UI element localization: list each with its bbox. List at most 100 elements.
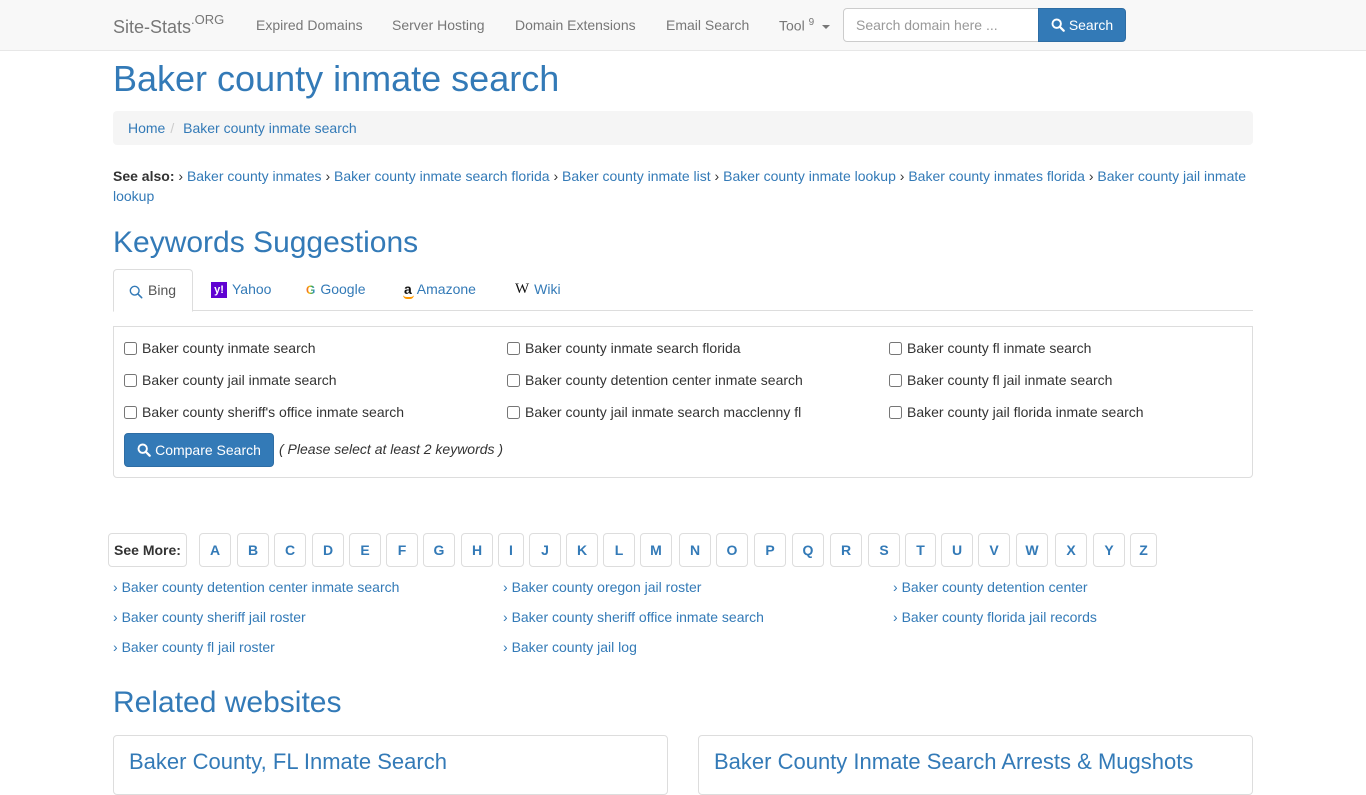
wikipedia-icon: W (515, 281, 530, 297)
keyword-option[interactable]: Baker county jail inmate search macclenn… (507, 404, 801, 420)
tab-wiki[interactable]: W Wiki (500, 269, 576, 311)
keyword-checkbox[interactable] (889, 405, 902, 419)
tool-badge: 9 (808, 17, 815, 28)
breadcrumb-separator: / (170, 120, 175, 136)
domain-search-button[interactable]: Search (1038, 8, 1126, 42)
related-websites-title: Related websites (113, 686, 342, 719)
keyword-label: Baker county jail inmate search macclenn… (525, 404, 802, 420)
link-text: Baker county sheriff jail roster (121, 609, 306, 625)
keyword-checkbox[interactable] (124, 341, 137, 355)
tab-label: Amazone (416, 281, 476, 297)
letter-button-r[interactable]: R (830, 533, 862, 567)
keywords-panel: Baker county inmate search Baker county … (113, 326, 1253, 478)
keyword-option[interactable]: Baker county sheriff's office inmate sea… (124, 404, 404, 420)
keyword-option[interactable]: Baker county jail florida inmate search (889, 404, 1144, 420)
compare-button-label: Compare Search (155, 442, 261, 458)
letter-button-s[interactable]: S (868, 533, 900, 567)
related-site-card: Baker County, FL Inmate Search (113, 735, 668, 795)
keyword-checkbox[interactable] (507, 405, 520, 419)
keyword-option[interactable]: Baker county inmate search (124, 340, 316, 356)
link-text: Baker county oregon jail roster (511, 579, 702, 595)
letter-button-v[interactable]: V (978, 533, 1010, 567)
letter-button-y[interactable]: Y (1093, 533, 1125, 567)
letter-button-c[interactable]: C (274, 533, 306, 567)
nav-server-hosting[interactable]: Server Hosting (392, 17, 485, 33)
see-more-link[interactable]: › Baker county jail log (503, 639, 637, 655)
keyword-option[interactable]: Baker county inmate search florida (507, 340, 741, 356)
keyword-checkbox[interactable] (889, 341, 902, 355)
letter-button-w[interactable]: W (1016, 533, 1048, 567)
nav-email-search[interactable]: Email Search (666, 17, 749, 33)
tab-label: Yahoo (232, 281, 272, 297)
related-site-title[interactable]: Baker County Inmate Search Arrests & Mug… (714, 749, 1193, 774)
letter-button-z[interactable]: Z (1130, 533, 1157, 567)
letter-button-l[interactable]: L (603, 533, 635, 567)
search-icon (1051, 18, 1065, 32)
see-more-link[interactable]: › Baker county detention center (893, 579, 1088, 595)
letter-button-i[interactable]: I (498, 533, 524, 567)
breadcrumb-home[interactable]: Home (128, 120, 165, 136)
letter-button-x[interactable]: X (1055, 533, 1087, 567)
keyword-checkbox[interactable] (507, 373, 520, 387)
see-more-link[interactable]: › Baker county sheriff office inmate sea… (503, 609, 764, 625)
see-also-link[interactable]: Baker county inmate search florida (334, 168, 550, 184)
letter-button-b[interactable]: B (237, 533, 269, 567)
letter-button-m[interactable]: M (640, 533, 672, 567)
keyword-checkbox[interactable] (507, 341, 520, 355)
related-site-title[interactable]: Baker County, FL Inmate Search (129, 749, 447, 774)
letter-button-p[interactable]: P (754, 533, 786, 567)
domain-search-input[interactable] (843, 8, 1039, 42)
see-more-link[interactable]: › Baker county detention center inmate s… (113, 579, 399, 595)
tab-bing[interactable]: Bing (113, 269, 193, 312)
letter-button-k[interactable]: K (566, 533, 598, 567)
letter-button-g[interactable]: G (423, 533, 455, 567)
nav-expired-domains[interactable]: Expired Domains (256, 17, 363, 33)
letter-button-d[interactable]: D (312, 533, 344, 567)
letter-button-t[interactable]: T (905, 533, 936, 567)
nav-tool-dropdown[interactable]: Tool 9 (779, 17, 831, 34)
nav-domain-extensions[interactable]: Domain Extensions (515, 17, 636, 33)
tab-google[interactable]: G Google (291, 269, 381, 311)
link-text: Baker county sheriff office inmate searc… (511, 609, 764, 625)
navbar: Site-Stats.ORG Expired Domains Server Ho… (0, 0, 1366, 51)
keyword-option[interactable]: Baker county fl inmate search (889, 340, 1091, 356)
letter-button-a[interactable]: A (199, 533, 231, 567)
yahoo-icon: y! (211, 282, 227, 298)
letter-button-q[interactable]: Q (792, 533, 824, 567)
see-more-link[interactable]: › Baker county fl jail roster (113, 639, 275, 655)
search-button-label: Search (1068, 17, 1114, 33)
breadcrumb-current[interactable]: Baker county inmate search (183, 120, 357, 136)
letter-button-e[interactable]: E (349, 533, 381, 567)
see-also-link[interactable]: Baker county inmate list (562, 168, 711, 184)
keyword-option[interactable]: Baker county detention center inmate sea… (507, 372, 803, 388)
letter-button-j[interactable]: J (529, 533, 561, 567)
see-more-link[interactable]: › Baker county oregon jail roster (503, 579, 701, 595)
tab-yahoo[interactable]: y! Yahoo (196, 269, 286, 311)
letter-button-n[interactable]: N (679, 533, 711, 567)
brand-logo[interactable]: Site-Stats.ORG (113, 12, 224, 38)
see-also-label: See also: (113, 168, 175, 184)
keyword-option[interactable]: Baker county fl jail inmate search (889, 372, 1112, 388)
amazon-icon: a (403, 281, 414, 299)
google-icon: G (306, 283, 316, 297)
letter-button-u[interactable]: U (941, 533, 973, 567)
compare-search-button[interactable]: Compare Search (124, 433, 274, 467)
letter-button-h[interactable]: H (461, 533, 493, 567)
letter-button-o[interactable]: O (716, 533, 748, 567)
see-also-link[interactable]: Baker county inmates florida (908, 168, 1085, 184)
see-more-link[interactable]: › Baker county sheriff jail roster (113, 609, 306, 625)
keyword-label: Baker county inmate search florida (525, 340, 741, 356)
page-title: Baker county inmate search (113, 58, 560, 99)
keyword-checkbox[interactable] (124, 405, 137, 419)
brand-name: Site-Stats (113, 17, 192, 37)
keyword-checkbox[interactable] (124, 373, 137, 387)
keyword-option[interactable]: Baker county jail inmate search (124, 372, 337, 388)
search-icon (129, 285, 143, 299)
see-also-link[interactable]: Baker county inmate lookup (723, 168, 896, 184)
letter-button-f[interactable]: F (386, 533, 418, 567)
keyword-label: Baker county fl jail inmate search (907, 372, 1113, 388)
keyword-checkbox[interactable] (889, 373, 902, 387)
tab-amazon[interactable]: a Amazone (389, 269, 491, 311)
see-also-link[interactable]: Baker county inmates (187, 168, 322, 184)
see-more-link[interactable]: › Baker county florida jail records (893, 609, 1097, 625)
